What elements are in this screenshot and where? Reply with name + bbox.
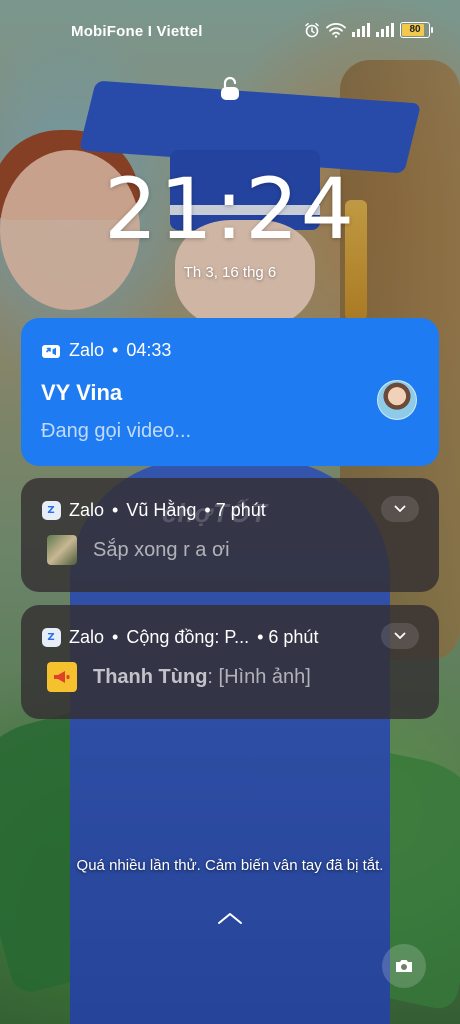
- battery-level: 80: [409, 24, 421, 35]
- lock-icon: [221, 76, 239, 100]
- notification-message[interactable]: Z Zalo • Vũ Hằng • 7 phút Sắp xong r a ơ…: [21, 478, 439, 592]
- zalo-icon: Z: [41, 501, 61, 521]
- notification-separator: •: [112, 340, 119, 360]
- notification-header: Zalo • 04:33: [41, 340, 171, 361]
- notification-sender: Thanh Tùng: [93, 665, 208, 688]
- notification-message[interactable]: Z Zalo • Cộng đồng: P... • 6 phút Thanh …: [21, 605, 439, 719]
- status-bar: MobiFone I Viettel 80: [0, 0, 460, 62]
- carrier-label: MobiFone I Viettel: [71, 23, 203, 40]
- watermark: chợTỐT: [162, 498, 268, 528]
- chevron-up-icon[interactable]: [216, 910, 244, 926]
- fingerprint-warning: Quá nhiều lần thử. Cảm biến vân tay đã b…: [76, 857, 384, 874]
- notification-app-name: Zalo: [69, 500, 105, 520]
- notification-time: 04:33: [126, 340, 172, 360]
- signal-icon: [376, 23, 394, 37]
- chevron-down-icon: [394, 632, 406, 639]
- zalo-icon: Z: [41, 628, 61, 648]
- battery-icon: 80: [400, 22, 433, 38]
- lock-clock: 21:24: [103, 160, 357, 258]
- caller-avatar: [377, 380, 417, 420]
- notification-time: • 6 phút: [257, 627, 319, 647]
- notification-body: Thanh Tùng: [Hình ảnh]: [47, 662, 311, 692]
- notification-text: : [Hình ảnh]: [207, 665, 311, 688]
- camera-icon: [396, 960, 412, 972]
- video-call-icon: [42, 344, 60, 358]
- status-icons: 80: [304, 22, 433, 38]
- signal-icon: [352, 23, 370, 37]
- notification-separator: •: [112, 500, 119, 520]
- notification-app-name: Zalo: [69, 627, 105, 647]
- sender-avatar: [47, 535, 77, 565]
- call-status-text: Đang gọi video...: [41, 420, 192, 442]
- notification-header: Z Zalo • Cộng đồng: P... • 6 phút: [41, 627, 318, 648]
- wifi-icon: [326, 23, 346, 38]
- camera-button[interactable]: [382, 944, 426, 988]
- alarm-icon: [305, 22, 319, 38]
- lock-date: Th 3, 16 thg 6: [183, 264, 277, 281]
- notification-video-call[interactable]: Zalo • 04:33 VY Vina Đang gọi video...: [21, 318, 439, 466]
- notification-text: Sắp xong r a ơi: [93, 538, 230, 561]
- notification-app-name: Zalo: [69, 340, 105, 360]
- caller-name: VY Vina: [41, 380, 123, 405]
- expand-button[interactable]: [381, 496, 419, 522]
- megaphone-icon: [47, 662, 77, 692]
- chevron-down-icon: [394, 505, 406, 512]
- notification-group-name: Cộng đồng: P...: [126, 627, 250, 647]
- notification-body: Sắp xong r a ơi: [47, 535, 230, 565]
- notification-separator: •: [112, 627, 119, 647]
- expand-button[interactable]: [381, 623, 419, 649]
